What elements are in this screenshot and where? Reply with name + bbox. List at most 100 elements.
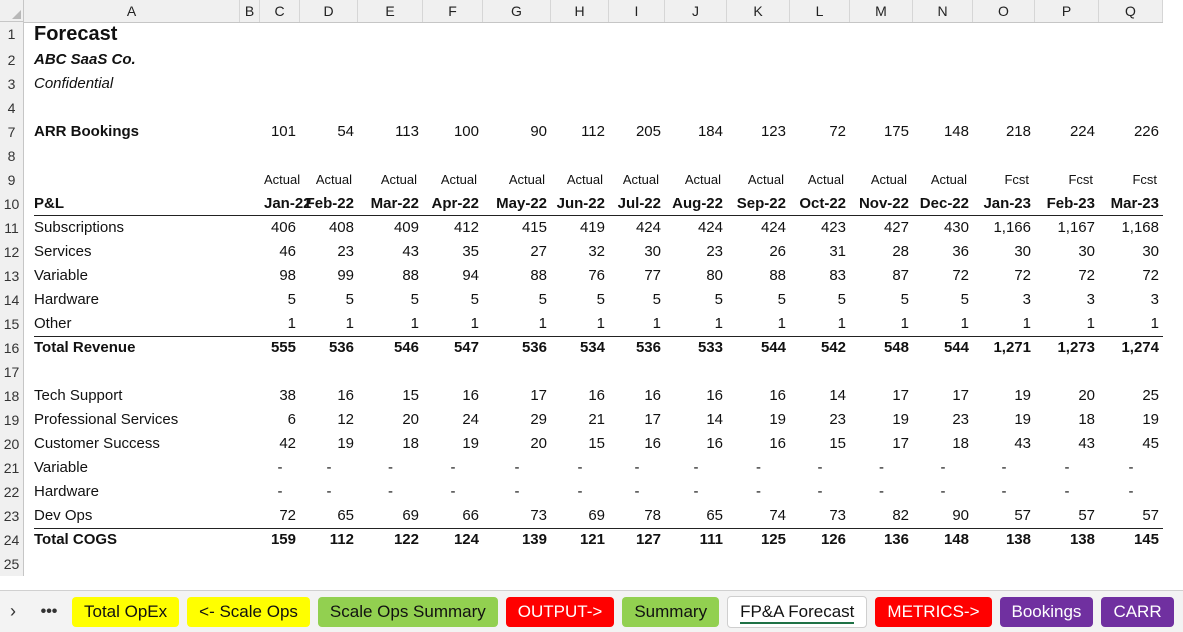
cell-value[interactable]: - — [1035, 456, 1099, 480]
cell-b[interactable] — [240, 408, 260, 432]
cell-value[interactable]: - — [913, 456, 973, 480]
cell-value[interactable]: 5 — [551, 288, 609, 312]
cell-value[interactable]: 43 — [973, 432, 1035, 456]
period-type[interactable]: Actual — [665, 168, 727, 192]
sheet-row-4[interactable]: 4 — [0, 96, 1163, 120]
cell-value[interactable]: 90 — [913, 504, 973, 528]
arr-value[interactable]: 226 — [1099, 120, 1163, 144]
cell-value[interactable]: 88 — [727, 264, 790, 288]
sheet-row-1[interactable]: 1 Forecast — [0, 22, 1163, 48]
cell-value[interactable]: 1 — [483, 312, 551, 336]
cell-value[interactable]: 35 — [423, 240, 483, 264]
cell-value[interactable]: 424 — [727, 216, 790, 240]
period-type[interactable]: Actual — [609, 168, 665, 192]
arr-value[interactable]: 72 — [790, 120, 850, 144]
cell-value[interactable] — [850, 360, 913, 384]
month-header[interactable]: Jan-23 — [973, 192, 1035, 216]
row-label[interactable]: Customer Success — [24, 432, 240, 456]
cell-value[interactable] — [665, 96, 727, 120]
cell-value[interactable]: 1,271 — [973, 336, 1035, 360]
sheet-tab-scale-ops-summary[interactable]: Scale Ops Summary — [317, 596, 498, 627]
row-label[interactable]: Services — [24, 240, 240, 264]
cell-value[interactable] — [790, 360, 850, 384]
cell-value[interactable] — [665, 360, 727, 384]
cell-value[interactable] — [1035, 72, 1099, 96]
cell-value[interactable] — [300, 552, 358, 576]
month-header[interactable]: Aug-22 — [665, 192, 727, 216]
cell-value[interactable] — [260, 22, 300, 48]
cell-value[interactable]: 16 — [300, 384, 358, 408]
cell-value[interactable] — [260, 360, 300, 384]
cell-value[interactable] — [358, 96, 423, 120]
row-label[interactable]: Variable — [24, 456, 240, 480]
cell-value[interactable]: 69 — [551, 504, 609, 528]
cell-value[interactable]: 69 — [358, 504, 423, 528]
cell-value[interactable] — [727, 72, 790, 96]
cell-value[interactable]: 18 — [358, 432, 423, 456]
cell-value[interactable]: 126 — [790, 528, 850, 552]
cell-value[interactable] — [665, 552, 727, 576]
sheet-row-22[interactable]: 22 Hardware - - - - - - - - - - - - - - - — [0, 480, 1163, 504]
cell-value[interactable] — [665, 144, 727, 168]
cell-value[interactable]: 20 — [483, 432, 551, 456]
cell-value[interactable]: - — [551, 456, 609, 480]
cell-value[interactable] — [260, 144, 300, 168]
row-number[interactable]: 20 — [0, 432, 24, 456]
cell-value[interactable]: 31 — [790, 240, 850, 264]
row-number[interactable]: 4 — [0, 96, 24, 120]
cell-value[interactable]: 125 — [727, 528, 790, 552]
cell-value[interactable] — [483, 144, 551, 168]
cell-value[interactable]: 18 — [1035, 408, 1099, 432]
cell-value[interactable] — [973, 552, 1035, 576]
cell-value[interactable] — [609, 48, 665, 72]
cell-value[interactable] — [790, 48, 850, 72]
cell-b[interactable] — [240, 144, 260, 168]
cell-value[interactable] — [1099, 144, 1163, 168]
cell-value[interactable] — [483, 22, 551, 48]
cell-value[interactable]: - — [260, 456, 300, 480]
row-number[interactable]: 23 — [0, 504, 24, 528]
column-header-j[interactable]: J — [665, 0, 727, 22]
cell-value[interactable]: 536 — [483, 336, 551, 360]
cell-value[interactable]: 23 — [300, 240, 358, 264]
cell-value[interactable]: - — [727, 480, 790, 504]
cell-value[interactable]: 82 — [850, 504, 913, 528]
cell-value[interactable]: 16 — [551, 384, 609, 408]
sheet-row-11[interactable]: 11 Subscriptions 406 408 409 412 415 419 424 424 4… — [0, 216, 1163, 240]
row-label[interactable]: Hardware — [24, 288, 240, 312]
cell-value[interactable]: 409 — [358, 216, 423, 240]
cell-value[interactable]: 30 — [1099, 240, 1163, 264]
cell-value[interactable]: 16 — [727, 432, 790, 456]
month-header[interactable]: Feb-23 — [1035, 192, 1099, 216]
cell-value[interactable]: 1,168 — [1099, 216, 1163, 240]
cell-b[interactable] — [240, 22, 260, 48]
cell-value[interactable] — [300, 144, 358, 168]
row-label[interactable]: ARR Bookings — [24, 120, 240, 144]
cell-value[interactable]: 1 — [358, 312, 423, 336]
cell-value[interactable]: 77 — [609, 264, 665, 288]
cell-value[interactable]: 16 — [609, 384, 665, 408]
cell-value[interactable]: 555 — [260, 336, 300, 360]
sheet-row-17[interactable]: 17 — [0, 360, 1163, 384]
cell-value[interactable]: 136 — [850, 528, 913, 552]
cell-value[interactable] — [850, 72, 913, 96]
cell-b[interactable] — [240, 336, 260, 360]
cell-value[interactable] — [551, 22, 609, 48]
cell-value[interactable]: 19 — [973, 384, 1035, 408]
cell-value[interactable]: 87 — [850, 264, 913, 288]
column-header-b[interactable]: B — [240, 0, 260, 22]
cell-value[interactable]: - — [551, 480, 609, 504]
cell-value[interactable]: 98 — [260, 264, 300, 288]
row-label[interactable]: Forecast — [24, 22, 240, 48]
cell-value[interactable]: 17 — [609, 408, 665, 432]
column-header-h[interactable]: H — [551, 0, 609, 22]
row-label[interactable]: Subscriptions — [24, 216, 240, 240]
cell-value[interactable] — [850, 22, 913, 48]
cell-value[interactable] — [913, 72, 973, 96]
cell-value[interactable] — [727, 144, 790, 168]
cell-value[interactable]: 73 — [790, 504, 850, 528]
cell-value[interactable]: 18 — [913, 432, 973, 456]
arr-value[interactable]: 123 — [727, 120, 790, 144]
cell-value[interactable] — [483, 96, 551, 120]
row-label[interactable]: Hardware — [24, 480, 240, 504]
